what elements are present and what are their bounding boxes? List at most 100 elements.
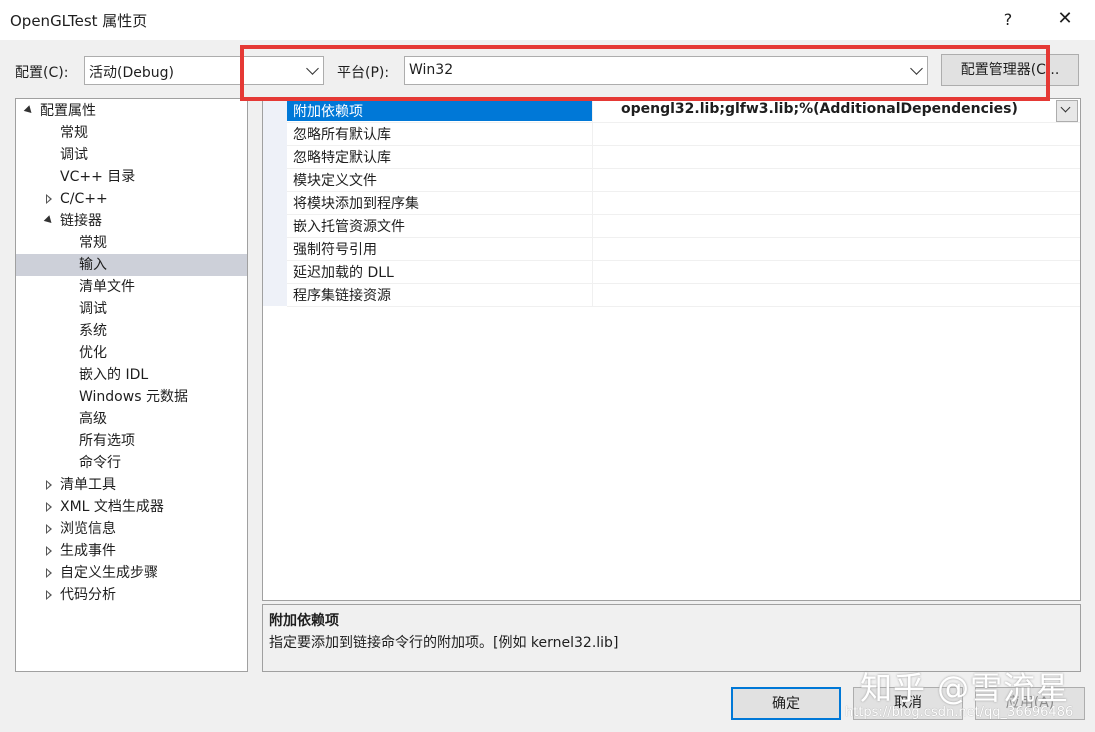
- description-text: 指定要添加到链接命令行的附加项。[例如 kernel32.lib]: [269, 635, 619, 651]
- expanded-triangle-icon[interactable]: [43, 215, 55, 226]
- column-divider: [592, 260, 593, 283]
- tree-item-label: C/C++: [60, 191, 108, 207]
- column-divider: [592, 191, 593, 214]
- zhihu-watermark: 知乎 @雪流星: [860, 669, 1070, 707]
- ok-button[interactable]: 确定: [731, 687, 841, 720]
- chevron-down-icon: [306, 62, 319, 75]
- property-name: 忽略所有默认库: [293, 127, 391, 143]
- property-row[interactable]: 延迟加载的 DLL: [287, 260, 1080, 284]
- tree-item[interactable]: 常规: [16, 232, 247, 254]
- tree-item[interactable]: 代码分析: [16, 584, 247, 606]
- platform-label: 平台(P):: [337, 65, 390, 81]
- collapsed-triangle-icon[interactable]: [46, 590, 52, 600]
- tree-item[interactable]: XML 文档生成器: [16, 496, 247, 518]
- help-icon[interactable]: ?: [996, 8, 1020, 32]
- property-row[interactable]: 嵌入托管资源文件: [287, 214, 1080, 238]
- tree-item-label: 自定义生成步骤: [60, 565, 158, 581]
- property-name: 延迟加载的 DLL: [293, 265, 394, 281]
- tree-item-label: 高级: [79, 411, 107, 427]
- tree-item-label: 常规: [60, 125, 88, 141]
- tree-item[interactable]: 调试: [16, 298, 247, 320]
- tree-item-label: 输入: [79, 257, 107, 273]
- collapsed-triangle-icon[interactable]: [46, 568, 52, 578]
- property-name: 程序集链接资源: [293, 288, 391, 304]
- collapsed-triangle-icon[interactable]: [46, 524, 52, 534]
- tree-item[interactable]: 嵌入的 IDL: [16, 364, 247, 386]
- tree-item[interactable]: 常规: [16, 122, 247, 144]
- tree-item-label: 命令行: [79, 455, 121, 471]
- tree-item[interactable]: 清单文件: [16, 276, 247, 298]
- column-divider: [592, 237, 593, 260]
- config-dropdown[interactable]: 活动(Debug): [84, 56, 324, 85]
- tree-item[interactable]: 生成事件: [16, 540, 247, 562]
- property-row[interactable]: 程序集链接资源: [287, 283, 1080, 307]
- grid-category-strip: [263, 99, 287, 306]
- chevron-down-icon: [1060, 102, 1071, 113]
- property-grid[interactable]: 附加依赖项 opengl32.lib;glfw3.lib;%(Additional…: [262, 98, 1081, 601]
- tree-item[interactable]: 优化: [16, 342, 247, 364]
- platform-dropdown[interactable]: Win32: [404, 56, 928, 85]
- property-row[interactable]: 强制符号引用: [287, 237, 1080, 261]
- property-row[interactable]: 附加依赖项 opengl32.lib;glfw3.lib;%(Additional…: [287, 99, 1080, 123]
- csdn-watermark: https://blog.csdn.net/qq_36696486: [845, 705, 1074, 720]
- property-row[interactable]: 忽略所有默认库: [287, 122, 1080, 146]
- description-pane: 附加依赖项 指定要添加到链接命令行的附加项。[例如 kernel32.lib]: [262, 604, 1081, 672]
- tree-item-label: 清单工具: [60, 477, 116, 493]
- collapsed-triangle-icon[interactable]: [46, 502, 52, 512]
- tree-item[interactable]: 自定义生成步骤: [16, 562, 247, 584]
- property-tree[interactable]: 配置属性 常规 调试 VC++ 目录 C/C++ 链接器 常规 输入 清单文件 调试 系统 优化 嵌入的…: [15, 98, 248, 672]
- tree-item[interactable]: 输入: [16, 254, 247, 276]
- property-name: 强制符号引用: [293, 242, 377, 258]
- tree-item-label: 浏览信息: [60, 521, 116, 537]
- tree-item-label: Windows 元数据: [79, 389, 188, 405]
- tree-item[interactable]: 链接器: [16, 210, 247, 232]
- window-title: OpenGLTest 属性页: [10, 12, 148, 30]
- tree-item[interactable]: C/C++: [16, 188, 247, 210]
- property-value[interactable]: opengl32.lib;glfw3.lib;%(AdditionalDepen…: [621, 101, 1018, 117]
- tree-item[interactable]: VC++ 目录: [16, 166, 247, 188]
- property-name: 嵌入托管资源文件: [293, 219, 405, 235]
- column-divider: [592, 214, 593, 237]
- tree-item[interactable]: 系统: [16, 320, 247, 342]
- property-name: 模块定义文件: [293, 173, 377, 189]
- tree-item-label: 链接器: [60, 213, 102, 229]
- tree-item-label: 系统: [79, 323, 107, 339]
- config-label: 配置(C):: [15, 65, 69, 81]
- tree-item[interactable]: 配置属性: [16, 100, 247, 122]
- column-divider: [592, 122, 593, 145]
- tree-item[interactable]: 浏览信息: [16, 518, 247, 540]
- tree-item-label: VC++ 目录: [60, 169, 136, 185]
- collapsed-triangle-icon[interactable]: [46, 546, 52, 556]
- tree-item-label: 常规: [79, 235, 107, 251]
- tree-item-label: 所有选项: [79, 433, 135, 449]
- column-divider: [592, 283, 593, 306]
- collapsed-triangle-icon[interactable]: [46, 480, 52, 490]
- property-name: 忽略特定默认库: [293, 150, 391, 166]
- tree-item[interactable]: 清单工具: [16, 474, 247, 496]
- property-name: 将模块添加到程序集: [293, 196, 419, 212]
- tree-item[interactable]: 所有选项: [16, 430, 247, 452]
- tree-item-label: 代码分析: [60, 587, 116, 603]
- tree-item[interactable]: 高级: [16, 408, 247, 430]
- value-dropdown-button[interactable]: [1056, 100, 1078, 122]
- expanded-triangle-icon[interactable]: [23, 105, 35, 116]
- tree-item-label: 调试: [79, 301, 107, 317]
- config-manager-button[interactable]: 配置管理器(C...: [941, 54, 1079, 86]
- chevron-down-icon: [910, 62, 923, 75]
- description-title: 附加依赖项: [269, 613, 339, 629]
- tree-item-label: 生成事件: [60, 543, 116, 559]
- property-row[interactable]: 忽略特定默认库: [287, 145, 1080, 169]
- tree-item[interactable]: 命令行: [16, 452, 247, 474]
- close-icon[interactable]: ✕: [1052, 6, 1078, 32]
- collapsed-triangle-icon[interactable]: [46, 194, 52, 204]
- column-divider: [592, 145, 593, 168]
- tree-item-label: 调试: [60, 147, 88, 163]
- tree-item-label: 优化: [79, 345, 107, 361]
- property-row[interactable]: 将模块添加到程序集: [287, 191, 1080, 215]
- config-value: 活动(Debug): [89, 65, 174, 81]
- tree-item[interactable]: Windows 元数据: [16, 386, 247, 408]
- property-name: 附加依赖项: [293, 104, 363, 120]
- tree-item-label: 清单文件: [79, 279, 135, 295]
- tree-item[interactable]: 调试: [16, 144, 247, 166]
- property-row[interactable]: 模块定义文件: [287, 168, 1080, 192]
